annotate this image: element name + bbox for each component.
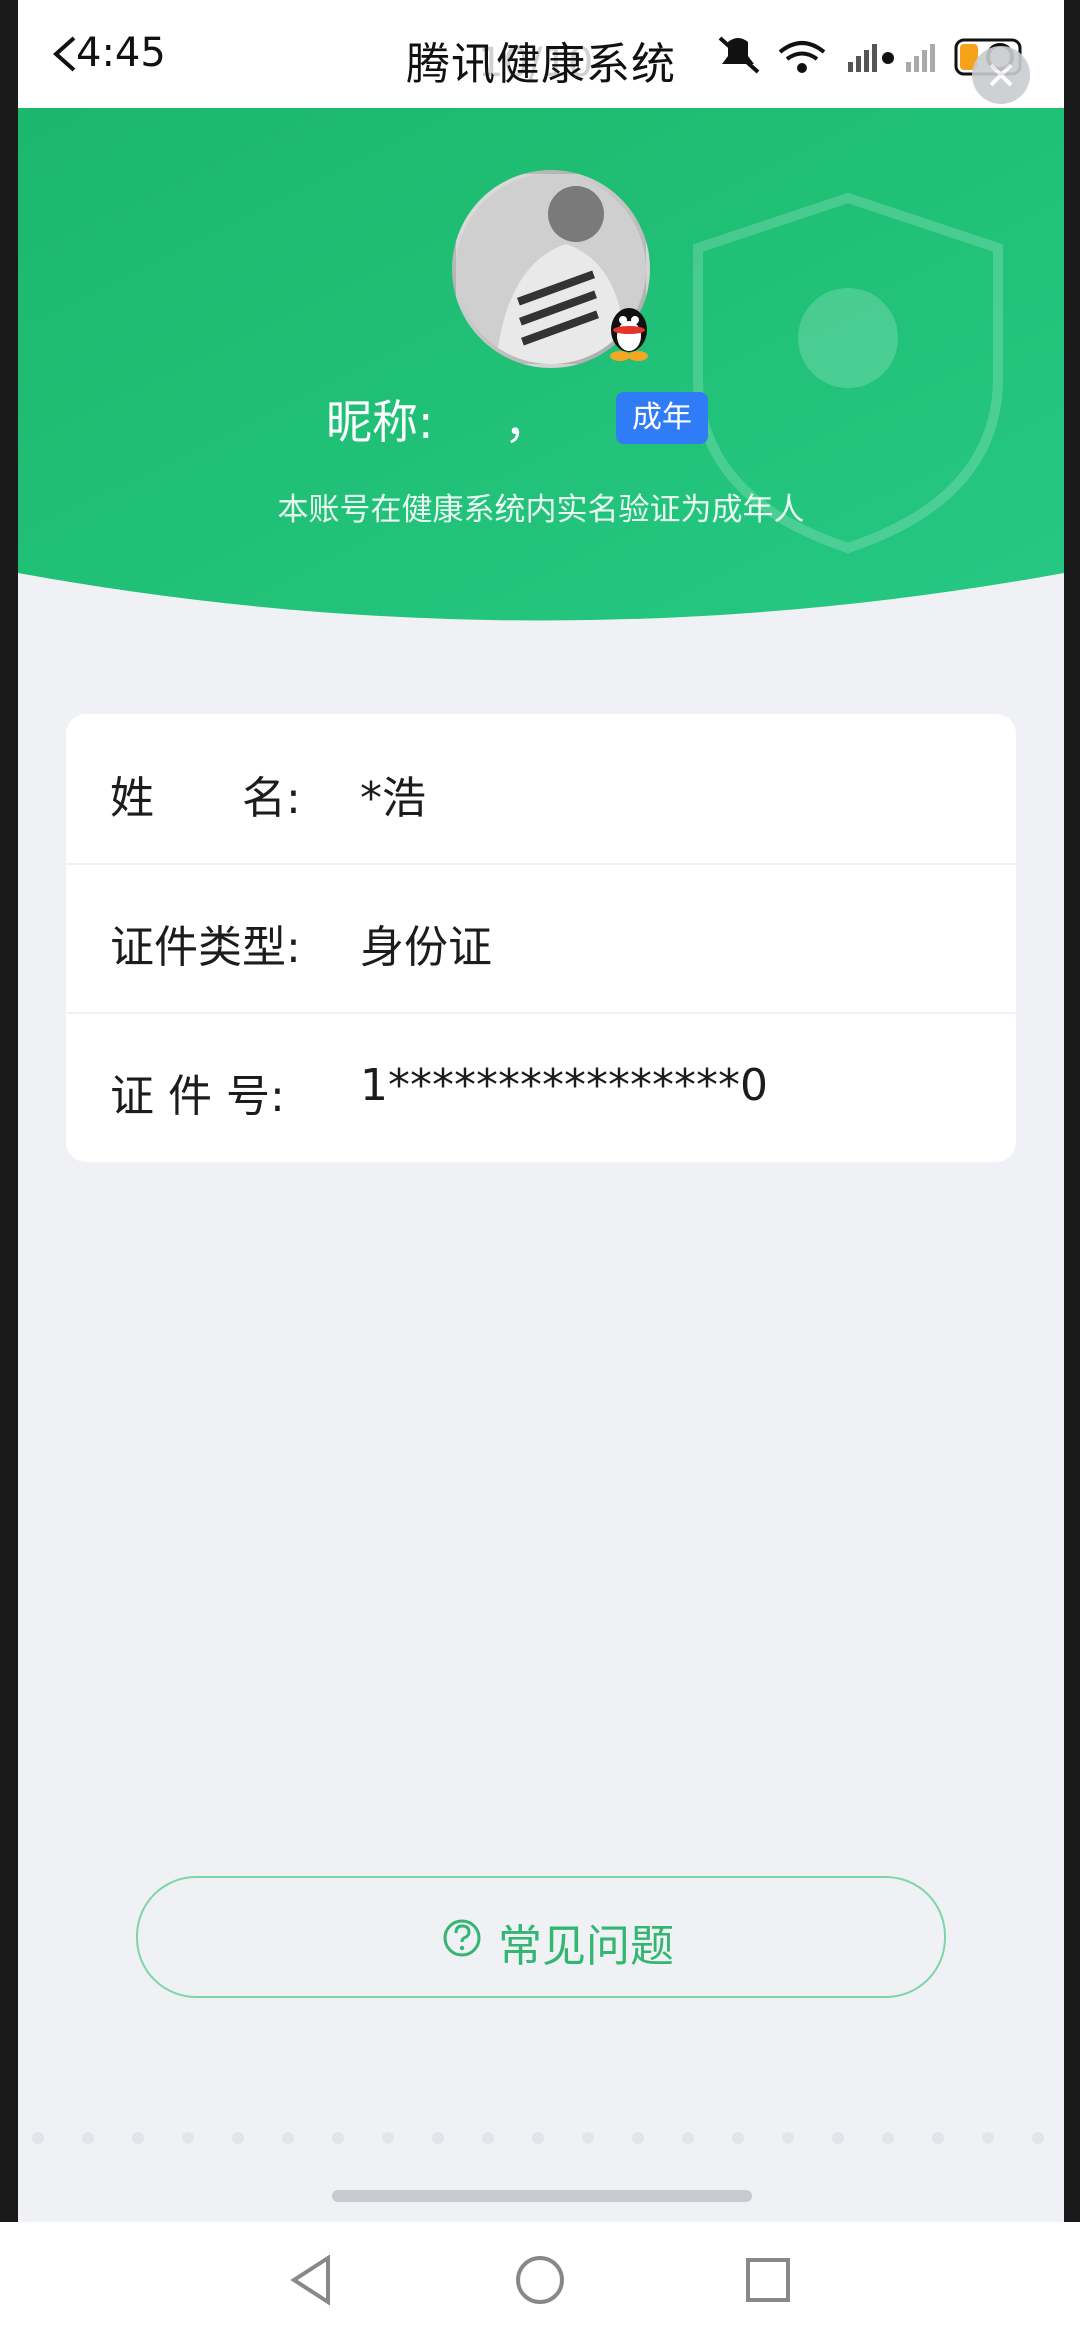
adult-badge: 成年 xyxy=(616,392,708,444)
info-row-id-type: 证件类型: 身份证 xyxy=(66,863,1016,1014)
app-screen: 4:45 10/10 腾讯健康系统 昵称: ， 成年 本账号在健康系统内实名验证… xyxy=(18,0,1064,2222)
home-indicator[interactable] xyxy=(332,2190,752,2202)
signal-icon xyxy=(848,44,935,72)
nav-back-icon[interactable] xyxy=(280,2248,344,2312)
row-label: 姓 名: xyxy=(110,773,301,824)
mute-icon xyxy=(718,36,760,74)
row-value: 身份证 xyxy=(360,922,492,973)
question-circle-icon xyxy=(443,1919,481,1957)
info-row-name: 姓 名: *浩 xyxy=(66,714,1016,865)
row-label: 证件类型: xyxy=(110,922,301,973)
nickname-value: ， xyxy=(504,395,550,449)
faq-button[interactable]: 常见问题 xyxy=(136,1876,946,1998)
info-row-id-number: 证 件 号: 1****************0 xyxy=(66,1012,1016,1161)
row-value: *浩 xyxy=(360,773,426,824)
nav-recents-icon[interactable] xyxy=(736,2248,800,2312)
nickname-label: 昵称: xyxy=(326,395,434,449)
verification-text: 本账号在健康系统内实名验证为成年人 xyxy=(277,492,805,528)
row-label: 证 件 号: xyxy=(110,1071,285,1122)
identity-card: 姓 名: *浩 证件类型: 身份证 证 件 号: 1**************… xyxy=(66,714,1016,1162)
system-nav-bar xyxy=(0,2222,1080,2340)
top-bar: 4:45 10/10 腾讯健康系统 xyxy=(18,0,1064,108)
dots-decoration xyxy=(32,2132,1044,2144)
faq-label: 常见问题 xyxy=(498,1921,674,1972)
qq-icon xyxy=(610,308,648,361)
wifi-icon xyxy=(778,41,826,73)
close-icon xyxy=(989,63,1013,87)
nav-home-icon[interactable] xyxy=(508,2248,572,2312)
row-value: 1****************0 xyxy=(360,1060,768,1111)
close-button[interactable] xyxy=(972,46,1030,104)
